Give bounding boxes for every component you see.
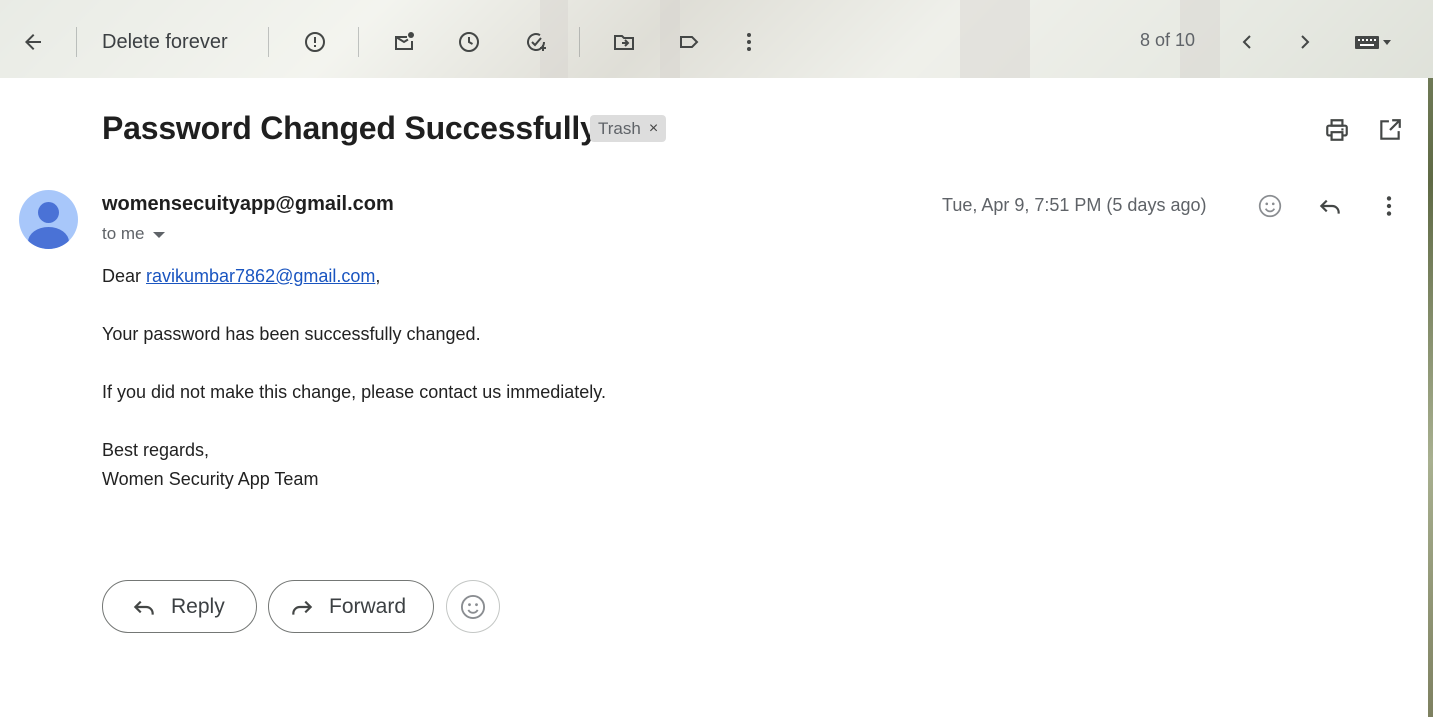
reply-icon <box>133 600 154 615</box>
chevron-down-icon <box>152 232 165 238</box>
message-more-button[interactable] <box>1371 188 1407 224</box>
older-button[interactable] <box>1285 22 1325 62</box>
emoji-reaction-button[interactable] <box>446 580 500 633</box>
sender-email[interactable]: womensecuityapp@gmail.com <box>102 193 394 216</box>
reply-icon-button[interactable] <box>1312 188 1348 224</box>
chevron-left-icon <box>1242 35 1251 49</box>
sender-avatar[interactable] <box>19 190 78 249</box>
greeting-prefix: Dear <box>102 266 147 286</box>
keyboard-icon <box>1355 36 1391 49</box>
toolbar-divider <box>76 27 77 57</box>
greeting-suffix: , <box>375 266 381 286</box>
report-spam-button[interactable] <box>295 22 335 62</box>
toolbar: Delete forever 8 of 10 <box>0 0 1433 78</box>
snooze-button[interactable] <box>449 22 489 62</box>
greeting-line: Dear ravikumbar7862@gmail.com, <box>102 262 380 291</box>
message-panel: Password Changed Successfully Trash × wo… <box>0 78 1428 717</box>
more-vert-icon <box>1386 196 1392 216</box>
mark-unread-icon <box>395 32 414 50</box>
chevron-right-icon <box>1301 35 1310 49</box>
reply-label: Reply <box>171 594 225 618</box>
remove-label-icon[interactable]: × <box>649 120 658 138</box>
forward-button[interactable]: Forward <box>268 580 434 633</box>
reply-icon <box>1319 199 1340 214</box>
email-date: Tue, Apr 9, 7:51 PM (5 days ago) <box>942 195 1207 215</box>
report-spam-icon <box>305 32 325 52</box>
add-reaction-button[interactable] <box>1252 188 1288 224</box>
body-line-1: Your password has been successfully chan… <box>102 324 481 344</box>
reply-button[interactable]: Reply <box>102 580 257 633</box>
forward-label: Forward <box>329 594 407 618</box>
label-icon <box>680 36 699 48</box>
newer-button[interactable] <box>1227 22 1267 62</box>
avatar-head <box>38 202 59 223</box>
email-subject: Password Changed Successfully <box>102 110 598 146</box>
recipient-text: to me <box>102 224 145 243</box>
add-task-button[interactable] <box>516 22 556 62</box>
print-icon <box>1326 119 1348 141</box>
more-options-button[interactable] <box>729 22 769 62</box>
signature-line: Women Security App Team <box>102 469 319 489</box>
label-chip-text: Trash <box>598 118 641 138</box>
toolbar-divider <box>579 27 580 57</box>
print-all-button[interactable] <box>1321 114 1353 146</box>
label-button[interactable] <box>669 22 709 62</box>
forward-icon <box>292 600 313 615</box>
emoji-icon <box>460 594 486 619</box>
move-to-button[interactable] <box>604 22 644 62</box>
back-arrow-icon <box>25 34 41 50</box>
open-new-window-button[interactable] <box>1374 114 1406 146</box>
input-tools-button[interactable] <box>1345 22 1401 62</box>
avatar-body <box>28 227 69 249</box>
mark-unread-button[interactable] <box>384 22 424 62</box>
delete-forever-button[interactable]: Delete forever <box>88 24 242 60</box>
open-in-new-icon <box>1380 119 1401 140</box>
recipient-email-link[interactable]: ravikumbar7862@gmail.com <box>146 266 375 286</box>
closing-line: Best regards, <box>102 440 210 460</box>
toolbar-divider <box>268 27 269 57</box>
more-vert-icon <box>747 33 751 51</box>
emoji-icon <box>1258 194 1282 218</box>
body-line-2: If you did not make this change, please … <box>102 382 606 402</box>
trash-label-chip[interactable]: Trash × <box>590 115 667 142</box>
move-to-icon <box>614 35 634 50</box>
recipient-details-toggle[interactable]: to me <box>102 224 165 244</box>
back-button[interactable] <box>13 22 53 62</box>
toolbar-divider <box>358 27 359 57</box>
snooze-icon <box>459 32 479 52</box>
add-task-icon <box>527 33 546 51</box>
pager-count: 8 of 10 <box>1140 30 1196 50</box>
